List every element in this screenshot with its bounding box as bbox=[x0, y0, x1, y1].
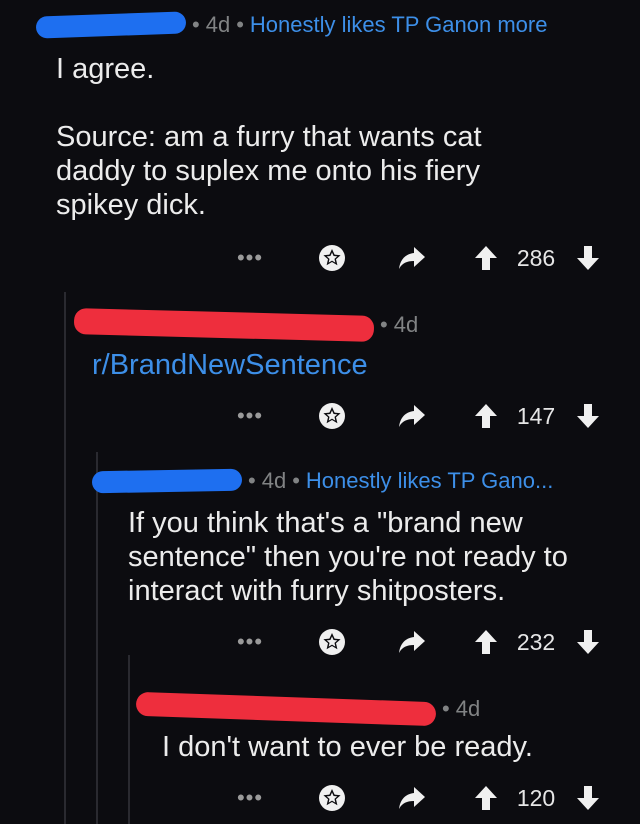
separator-dot: • bbox=[442, 696, 450, 721]
comment-2: • 4d bbox=[73, 308, 634, 342]
score-value: 147 bbox=[516, 402, 556, 429]
comment-text-line: Source: am a furry that wants cat bbox=[56, 121, 482, 153]
comment-text-line: If you think that's a "brand new bbox=[128, 507, 523, 539]
more-options-button[interactable]: ••• bbox=[230, 778, 270, 818]
comment-age: 4d bbox=[205, 12, 231, 37]
more-options-button[interactable]: ••• bbox=[230, 396, 270, 436]
comment-actions: ••• 120 bbox=[0, 778, 640, 818]
more-options-button[interactable]: ••• bbox=[230, 622, 270, 662]
comment-actions: ••• 286 bbox=[0, 238, 640, 278]
comment-meta: • 4d • Honestly likes TP Ganon more bbox=[35, 10, 636, 40]
more-options-icon: ••• bbox=[236, 403, 264, 428]
comment-3-body: If you think that's a "brand new sentenc… bbox=[128, 506, 633, 608]
award-icon bbox=[319, 785, 345, 811]
comment-meta: • 4d bbox=[73, 308, 634, 342]
subreddit-link[interactable]: r/BrandNewSentence bbox=[92, 348, 632, 382]
username-redaction bbox=[35, 11, 187, 39]
comment-actions: ••• 147 bbox=[0, 396, 640, 436]
award-button[interactable] bbox=[312, 238, 352, 278]
downvote-button[interactable] bbox=[568, 622, 608, 662]
username-redaction bbox=[91, 468, 243, 494]
comment-age: 4d bbox=[455, 696, 481, 721]
comment-text-line: interact with furry shitposters. bbox=[128, 575, 506, 607]
more-options-icon: ••• bbox=[236, 245, 264, 270]
comment-1-body: I agree. Source: am a furry that wants c… bbox=[56, 52, 626, 222]
vote-score: 286 bbox=[508, 238, 564, 278]
comment-meta: • 4d • Honestly likes TP Gano... bbox=[91, 466, 632, 496]
reply-button[interactable] bbox=[392, 622, 432, 662]
reply-icon bbox=[399, 405, 425, 427]
upvote-icon bbox=[475, 246, 497, 270]
vote-score: 147 bbox=[508, 396, 564, 436]
user-flair: Honestly likes TP Ganon more bbox=[249, 12, 548, 37]
comment-text-line: daddy to suplex me onto his fiery bbox=[56, 155, 480, 187]
upvote-icon bbox=[475, 630, 497, 654]
reply-icon bbox=[399, 787, 425, 809]
upvote-button[interactable] bbox=[466, 622, 506, 662]
reply-button[interactable] bbox=[392, 778, 432, 818]
separator-dot: • bbox=[248, 468, 256, 493]
award-button[interactable] bbox=[312, 396, 352, 436]
more-options-icon: ••• bbox=[236, 785, 264, 810]
upvote-button[interactable] bbox=[466, 238, 506, 278]
comment-text-line: I don't want to ever be ready. bbox=[162, 731, 533, 763]
separator-dot: • bbox=[380, 312, 388, 337]
comment-age: 4d bbox=[393, 312, 419, 337]
upvote-icon bbox=[475, 404, 497, 428]
more-options-icon: ••• bbox=[236, 629, 264, 654]
downvote-icon bbox=[577, 246, 599, 270]
award-icon bbox=[319, 403, 345, 429]
comment-actions: ••• 232 bbox=[0, 622, 640, 662]
upvote-button[interactable] bbox=[466, 778, 506, 818]
award-button[interactable] bbox=[312, 778, 352, 818]
upvote-button[interactable] bbox=[466, 396, 506, 436]
reply-icon bbox=[399, 247, 425, 269]
user-flair: Honestly likes TP Gano... bbox=[305, 468, 554, 493]
award-icon bbox=[319, 629, 345, 655]
comment-4-body: I don't want to ever be ready. bbox=[162, 730, 632, 764]
username-redaction bbox=[135, 691, 437, 727]
downvote-icon bbox=[577, 786, 599, 810]
thread-line-level-1[interactable] bbox=[64, 292, 66, 824]
comment-text-line: I agree. bbox=[56, 53, 155, 85]
comment-3: • 4d • Honestly likes TP Gano... bbox=[91, 466, 632, 496]
score-value: 232 bbox=[516, 628, 556, 655]
downvote-button[interactable] bbox=[568, 238, 608, 278]
comment-meta: • 4d bbox=[135, 691, 636, 727]
comment-2-body: r/BrandNewSentence bbox=[92, 348, 632, 382]
score-value: 286 bbox=[516, 244, 556, 271]
upvote-icon bbox=[475, 786, 497, 810]
separator-dot: • bbox=[292, 468, 300, 493]
score-value: 120 bbox=[516, 784, 556, 811]
separator-dot: • bbox=[192, 12, 200, 37]
reply-button[interactable] bbox=[392, 238, 432, 278]
downvote-button[interactable] bbox=[568, 778, 608, 818]
downvote-icon bbox=[577, 404, 599, 428]
comment-4: • 4d bbox=[135, 691, 636, 727]
vote-score: 232 bbox=[508, 622, 564, 662]
separator-dot: • bbox=[236, 12, 244, 37]
vote-score: 120 bbox=[508, 778, 564, 818]
comment-text-line bbox=[56, 86, 626, 120]
downvote-icon bbox=[577, 630, 599, 654]
reply-button[interactable] bbox=[392, 396, 432, 436]
reply-icon bbox=[399, 631, 425, 653]
award-button[interactable] bbox=[312, 622, 352, 662]
comment-1: • 4d • Honestly likes TP Ganon more bbox=[35, 10, 636, 40]
award-icon bbox=[319, 245, 345, 271]
username-redaction bbox=[73, 308, 375, 342]
comment-text-line: sentence" then you're not ready to bbox=[128, 541, 568, 573]
comment-age: 4d bbox=[261, 468, 287, 493]
downvote-button[interactable] bbox=[568, 396, 608, 436]
comment-text-line: spikey dick. bbox=[56, 189, 206, 221]
more-options-button[interactable]: ••• bbox=[230, 238, 270, 278]
